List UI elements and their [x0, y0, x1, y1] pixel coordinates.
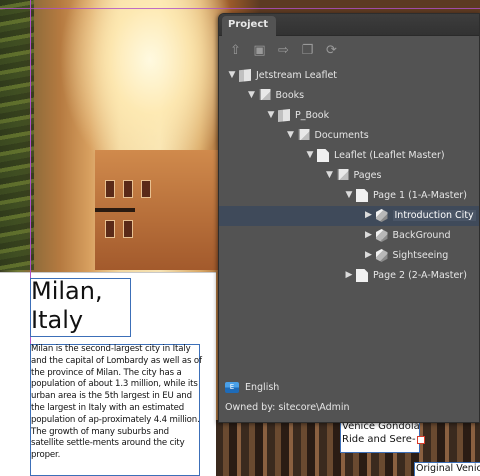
caption-text[interactable]: Original Venice [416, 463, 480, 475]
horizontal-guide [0, 8, 480, 9]
document-title[interactable]: Milan, Italy [31, 277, 141, 335]
tree-item-label: Books [275, 90, 305, 101]
collapsed-chevron-icon[interactable]: ▶ [344, 269, 354, 281]
export-icon[interactable]: ⇨ [275, 42, 292, 59]
language-row[interactable]: E English [225, 380, 279, 394]
refresh-icon[interactable]: ⟳ [323, 42, 340, 59]
expanded-chevron-icon[interactable]: ▼ [266, 109, 276, 121]
venice-text[interactable]: Venice Gondola Ride and Sere- [342, 420, 420, 446]
document-body-text[interactable]: Milan is the second-largest city in Ital… [31, 344, 203, 462]
tab-project[interactable]: Project [222, 16, 277, 36]
tree-item-label: Introduction City [392, 210, 476, 221]
panel-toolbar: ⇧ ▣ ⇨ ❐ ⟳ [219, 38, 479, 64]
overset-marker-icon[interactable] [417, 436, 425, 444]
save-icon[interactable]: ▣ [251, 42, 268, 59]
tree-item[interactable]: ▼ Documents [219, 126, 479, 146]
collapsed-chevron-icon[interactable]: ▶ [364, 229, 374, 241]
tree-item-label: Jetstream Leaflet [256, 70, 338, 81]
tree-item[interactable]: ▼ P_Book [219, 106, 479, 126]
language-label: English [245, 381, 280, 393]
docs-icon [259, 89, 271, 101]
doc-icon [356, 189, 368, 202]
balcony-decoration [95, 208, 135, 212]
tree-item-label: P_Book [295, 110, 330, 121]
doc-icon [356, 269, 368, 282]
cube-icon [375, 229, 388, 242]
tree-item[interactable]: ▼ Page 1 (1-A-Master) [219, 186, 479, 206]
panel-tab-bar: Project [219, 14, 479, 36]
tree-item-label: Sightseeing [392, 250, 449, 261]
docs-icon [298, 129, 310, 141]
expanded-chevron-icon[interactable]: ▼ [344, 189, 354, 201]
tree-item-label: Page 1 (1-A-Master) [373, 190, 467, 201]
expanded-chevron-icon[interactable]: ▼ [305, 149, 315, 161]
checkout-icon[interactable]: ⇧ [227, 42, 244, 59]
tree-item[interactable]: ▼ Pages [219, 166, 479, 186]
doc-icon [317, 149, 329, 162]
window-decoration [141, 180, 151, 198]
copy-icon[interactable]: ❐ [299, 42, 316, 59]
project-panel: Project ⇧ ▣ ⇨ ❐ ⟳ ▼ Jetstream Leaflet ▼ Books ▼ P… [218, 13, 480, 423]
expanded-chevron-icon[interactable]: ▼ [227, 69, 237, 81]
book-icon [278, 109, 290, 122]
collapsed-chevron-icon[interactable]: ▶ [364, 249, 374, 261]
tree-item[interactable]: ▶ Introduction City [219, 206, 479, 226]
ivy-wall-image [0, 0, 34, 270]
language-flag-icon: E [225, 381, 239, 393]
window-decoration [105, 180, 115, 198]
window-decoration [105, 220, 115, 238]
book-icon [239, 69, 251, 82]
tree-item[interactable]: ▶ BackGround [219, 226, 479, 246]
building-image [95, 150, 225, 270]
tree-item[interactable]: ▶ Sightseeing [219, 246, 479, 266]
tree-item-label: Documents [314, 130, 369, 141]
tree-item-label: Page 2 (2-A-Master) [373, 270, 467, 281]
docs-icon [337, 169, 349, 181]
tree-item-label: BackGround [392, 230, 451, 241]
tree-item-label: Leaflet (Leaflet Master) [334, 150, 445, 161]
tree-item[interactable]: ▶ Page 2 (2-A-Master) [219, 266, 479, 286]
tree-item[interactable]: ▼ Leaflet (Leaflet Master) [219, 146, 479, 166]
owner-label: Owned by: sitecore\Admin [225, 402, 350, 413]
window-decoration [123, 180, 133, 198]
tree-item[interactable]: ▼ Jetstream Leaflet [219, 66, 479, 86]
cube-icon [375, 249, 388, 262]
window-decoration [123, 220, 133, 238]
expanded-chevron-icon[interactable]: ▼ [325, 169, 335, 181]
cube-icon [375, 209, 388, 222]
expanded-chevron-icon[interactable]: ▼ [247, 89, 257, 101]
tree-item-label: Pages [353, 170, 382, 181]
expanded-chevron-icon[interactable]: ▼ [286, 129, 296, 141]
collapsed-chevron-icon[interactable]: ▶ [364, 209, 374, 221]
tree-item[interactable]: ▼ Books [219, 86, 479, 106]
